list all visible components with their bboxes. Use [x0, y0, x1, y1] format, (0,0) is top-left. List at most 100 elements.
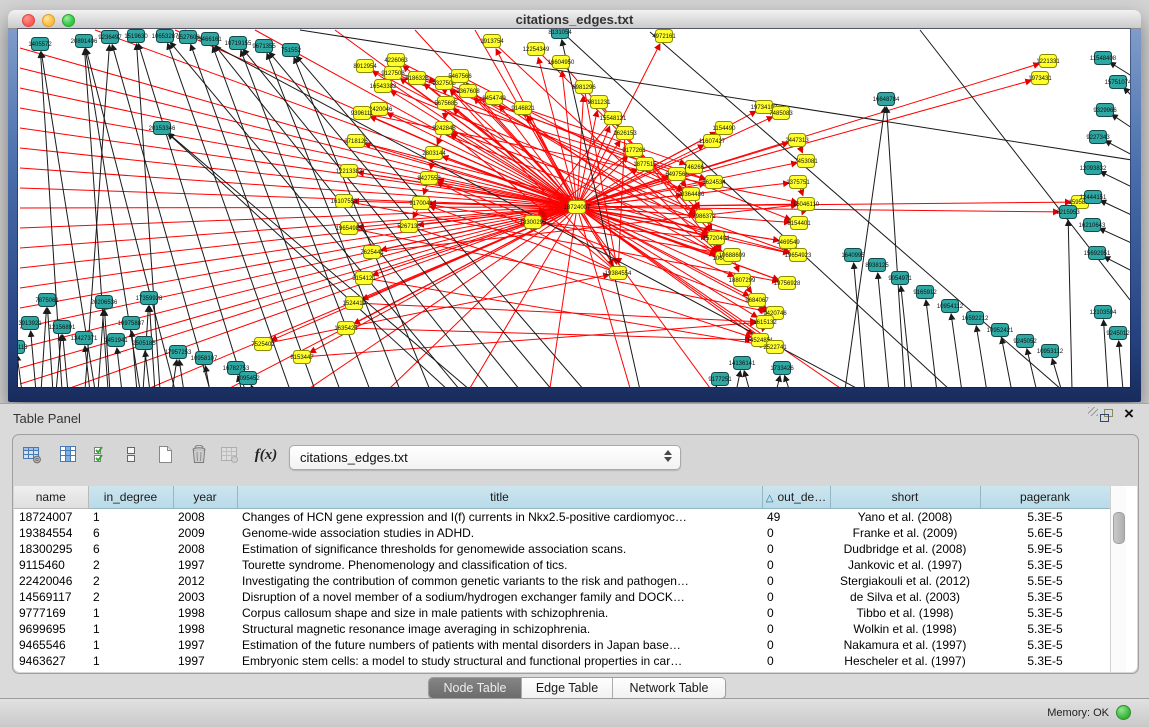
column-header-year[interactable]: year: [173, 486, 237, 509]
table-cell[interactable]: 9115460: [14, 557, 88, 573]
row-options-button[interactable]: [119, 443, 145, 469]
table-cell[interactable]: 1: [88, 653, 173, 669]
table-scrollbar[interactable]: [1110, 486, 1126, 672]
table-cell[interactable]: 2012: [173, 573, 237, 589]
table-cell[interactable]: Estimation of significance thresholds fo…: [237, 541, 762, 557]
graph-edge[interactable]: [1099, 228, 1130, 246]
graph-edge[interactable]: [145, 351, 150, 387]
table-cell[interactable]: Disruption of a novel member of a sodium…: [237, 589, 762, 605]
graph-edge[interactable]: [41, 308, 46, 387]
column-header-in_degree[interactable]: in_degree: [88, 486, 173, 509]
graph-edge[interactable]: [20, 207, 577, 248]
graph-edge[interactable]: [263, 275, 609, 344]
table-cell[interactable]: 1: [88, 637, 173, 653]
graph-edge[interactable]: [785, 376, 790, 387]
table-cell[interactable]: 2008: [173, 509, 237, 526]
table-cell[interactable]: 49: [762, 509, 830, 526]
graph-edge[interactable]: [191, 45, 315, 387]
table-row[interactable]: 969969511998Structural magnetic resonanc…: [14, 621, 1110, 637]
table-settings-button[interactable]: [21, 443, 47, 469]
tab-network-table[interactable]: Network Table: [612, 678, 725, 698]
graph-edge[interactable]: [20, 207, 577, 288]
table-cell[interactable]: 18300295: [14, 541, 88, 557]
graph-edge[interactable]: [901, 286, 912, 387]
table-cell[interactable]: Stergiakouli et al. (2012): [830, 573, 980, 589]
table-row[interactable]: 1872400712008Changes of HCN gene express…: [14, 509, 1110, 526]
table-cell[interactable]: 9463627: [14, 653, 88, 669]
table-cell[interactable]: Changes of HCN gene expression and I(f) …: [237, 509, 762, 526]
table-cell[interactable]: 22420046: [14, 573, 88, 589]
table-row[interactable]: 2242004622012Investigating the contribut…: [14, 573, 1110, 589]
table-cell[interactable]: Tourette syndrome. Phenomenology and cla…: [237, 557, 762, 573]
graph-edge[interactable]: [370, 117, 577, 207]
show-columns-button[interactable]: [57, 443, 83, 469]
graph-edge[interactable]: [20, 207, 577, 208]
graph-edge[interactable]: [1027, 349, 1037, 387]
table-cell[interactable]: 1: [88, 605, 173, 621]
table-cell[interactable]: 9699695: [14, 621, 88, 637]
table-cell[interactable]: Investigating the contribution of common…: [237, 573, 762, 589]
table-cell[interactable]: 2: [88, 589, 173, 605]
table-cell[interactable]: Yano et al. (2008): [830, 509, 980, 526]
close-panel-icon[interactable]: ×: [1121, 405, 1137, 423]
graph-edge[interactable]: [31, 331, 36, 387]
table-cell[interactable]: Nakamura et al. (1997): [830, 637, 980, 653]
graph-edge[interactable]: [878, 273, 889, 387]
table-selector[interactable]: citations_edges.txt: [289, 445, 681, 470]
graph-edge[interactable]: [926, 300, 937, 387]
select-columns-button[interactable]: [91, 443, 117, 469]
table-cell[interactable]: 0: [762, 653, 830, 669]
graph-edge[interactable]: [1068, 220, 1072, 387]
table-cell[interactable]: 5.6E-5: [980, 525, 1110, 541]
table-cell[interactable]: Dudbridge et al. (2008): [830, 541, 980, 557]
graph-edge[interactable]: [1119, 341, 1123, 387]
network-graph[interactable]: 1872400718300295193845548912954422606391…: [18, 29, 1130, 387]
table-cell[interactable]: 0: [762, 525, 830, 541]
table-cell[interactable]: 0: [762, 541, 830, 557]
table-cell[interactable]: 0: [762, 557, 830, 573]
table-row[interactable]: 1456911722003Disruption of a novel membe…: [14, 589, 1110, 605]
graph-edge[interactable]: [251, 385, 254, 387]
column-header-name[interactable]: name: [14, 486, 88, 509]
table-cell[interactable]: 1997: [173, 637, 237, 653]
table-cell[interactable]: 1: [88, 621, 173, 637]
import-table-button[interactable]: [218, 443, 244, 469]
table-cell[interactable]: 0: [762, 589, 830, 605]
table-cell[interactable]: 5.3E-5: [980, 509, 1110, 526]
table-cell[interactable]: Structural magnetic resonance image aver…: [237, 621, 762, 637]
table-cell[interactable]: 5.3E-5: [980, 621, 1110, 637]
tab-edge-table[interactable]: Edge Table: [521, 678, 612, 698]
table-row[interactable]: 946554611997Estimation of the future num…: [14, 637, 1110, 653]
float-panel-icon[interactable]: [1099, 408, 1116, 423]
table-cell[interactable]: 0: [762, 573, 830, 589]
column-header-pagerank[interactable]: pagerank: [980, 486, 1110, 509]
table-cell[interactable]: Embryonic stem cells: a model to study s…: [237, 653, 762, 669]
table-cell[interactable]: 5.3E-5: [980, 653, 1110, 669]
table-cell[interactable]: Wolkin et al. (1998): [830, 621, 980, 637]
delete-column-button[interactable]: [187, 443, 213, 469]
graph-edge[interactable]: [18, 355, 22, 387]
table-cell[interactable]: 2008: [173, 541, 237, 557]
graph-edge[interactable]: [854, 263, 865, 387]
table-cell[interactable]: 5.3E-5: [980, 605, 1110, 621]
graph-edge[interactable]: [845, 107, 885, 387]
graph-edge[interactable]: [1100, 172, 1130, 190]
graph-edge[interactable]: [1112, 114, 1130, 132]
graph-edge[interactable]: [302, 323, 756, 357]
graph-edge[interactable]: [63, 335, 68, 387]
column-header-title[interactable]: title: [237, 486, 762, 509]
table-row[interactable]: 1830029562008Estimation of significance …: [14, 541, 1110, 557]
table-cell[interactable]: 1998: [173, 621, 237, 637]
graph-edge[interactable]: [887, 107, 905, 387]
table-cell[interactable]: 2: [88, 573, 173, 589]
column-header-out_de[interactable]: △out_de…: [762, 486, 830, 509]
graph-edge[interactable]: [41, 52, 62, 387]
table-cell[interactable]: 5.3E-5: [980, 557, 1110, 573]
table-cell[interactable]: 0: [762, 621, 830, 637]
table-cell[interactable]: Tibbo et al. (1998): [830, 605, 980, 621]
graph-edge[interactable]: [736, 371, 740, 387]
panel-resize-grip[interactable]: [1088, 407, 1098, 416]
table-cell[interactable]: 14569117: [14, 589, 88, 605]
table-cell[interactable]: 18724007: [14, 509, 88, 526]
table-cell[interactable]: Estimation of the future numbers of pati…: [237, 637, 762, 653]
